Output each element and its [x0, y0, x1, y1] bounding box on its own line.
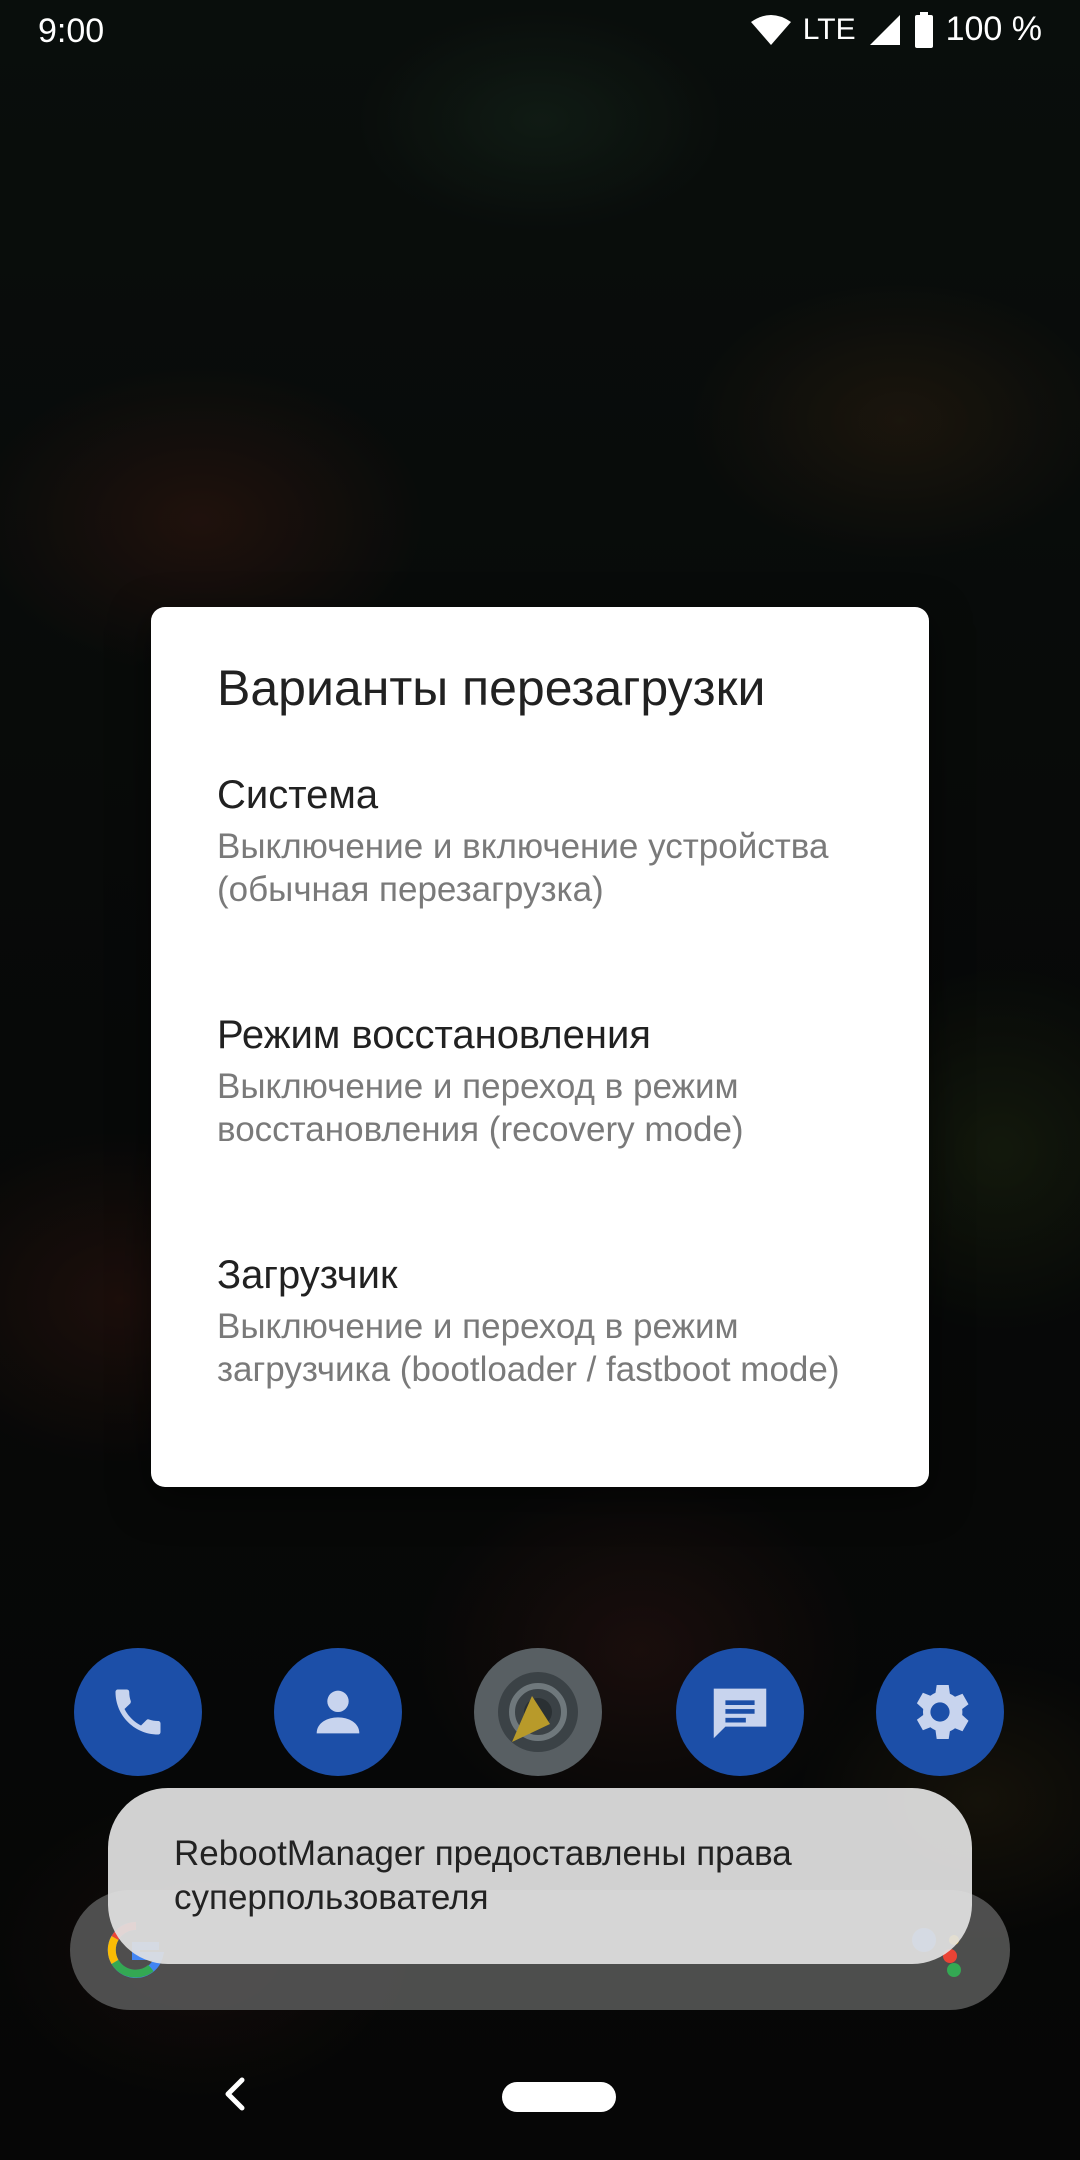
dock-contacts-app[interactable] — [274, 1648, 402, 1776]
dock-camera-app[interactable] — [474, 1648, 602, 1776]
network-type: LTE — [802, 12, 856, 46]
reboot-options-dialog: Варианты перезагрузки Система Выключение… — [151, 607, 929, 1487]
option-bootloader[interactable]: Загрузчик Выключение и переход в режим з… — [151, 1253, 929, 1463]
contacts-icon — [316, 1690, 360, 1734]
signal-icon — [869, 14, 900, 45]
back-icon[interactable] — [220, 2074, 250, 2114]
option-recovery[interactable]: Режим восстановления Выключение и перехо… — [151, 1013, 929, 1213]
battery-percent: 100 % — [945, 10, 1042, 48]
option-title: Система — [217, 773, 379, 817]
messages-icon — [713, 1688, 767, 1739]
status-bar: 9:00 LTE 100 % — [0, 0, 1080, 66]
status-time: 9:00 — [38, 12, 105, 50]
option-title: Режим восстановления — [217, 1013, 651, 1057]
dock-settings-app[interactable] — [876, 1648, 1004, 1776]
toast: RebootManager предоставлены права суперп… — [108, 1788, 972, 1964]
option-description: Выключение и включение устройства (обычн… — [217, 827, 829, 909]
camera-icon — [498, 1672, 578, 1752]
option-description: Выключение и переход в режим восстановле… — [217, 1067, 744, 1149]
home-pill[interactable] — [502, 2082, 616, 2112]
option-description: Выключение и переход в режим загрузчика … — [217, 1307, 840, 1389]
dialog-title: Варианты перезагрузки — [217, 660, 766, 716]
dock-messages-app[interactable] — [676, 1648, 804, 1776]
settings-icon — [916, 1685, 969, 1739]
option-system[interactable]: Система Выключение и включение устройств… — [151, 773, 929, 973]
phone-icon — [115, 1689, 161, 1735]
toast-message: RebootManager предоставлены права суперп… — [174, 1834, 792, 1917]
wifi-icon — [750, 14, 791, 45]
option-title: Загрузчик — [217, 1253, 398, 1297]
battery-icon — [914, 11, 933, 48]
dock-phone-app[interactable] — [74, 1648, 202, 1776]
status-icons: LTE 100 % — [750, 10, 1042, 49]
